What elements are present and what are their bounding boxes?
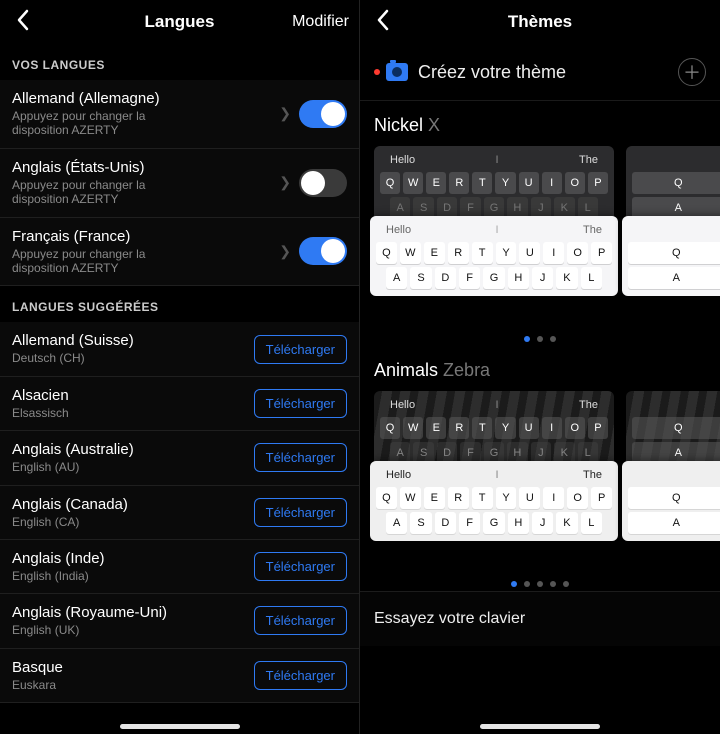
theme-variant: Zebra xyxy=(443,360,490,380)
keyboard-preview-dark: .QWAS xyxy=(626,391,720,471)
carousel-dot[interactable] xyxy=(537,581,543,587)
suggested-language-row: Anglais (Royaume-Uni) English (UK) Téléc… xyxy=(0,594,359,648)
language-title: Anglais (Royaume-Uni) xyxy=(12,604,254,621)
language-row[interactable]: Anglais (États-Unis) Appuyez pour change… xyxy=(0,149,359,218)
suggested-language-row: Basque Euskara Télécharger xyxy=(0,649,359,703)
keyboard-preview-dark: HelloITheQWERTYUIOPASDFGHJKL xyxy=(374,391,614,471)
chevron-right-icon: ❯ xyxy=(279,174,291,191)
keyboard-preview-light: .QWAS xyxy=(622,461,720,541)
create-theme-row[interactable]: Créez votre thème ＋ xyxy=(360,44,720,101)
language-subtitle: Appuyez pour changer la disposition AZER… xyxy=(12,178,182,207)
add-theme-button[interactable]: ＋ xyxy=(678,58,706,86)
back-button[interactable] xyxy=(10,7,35,37)
keyboard-preview-light: HelloITheQWERTYUIOPASDFGHJKL xyxy=(370,461,618,541)
chevron-right-icon: ❯ xyxy=(279,105,291,122)
language-title: Allemand (Allemagne) xyxy=(12,90,275,107)
suggested-language-row: Allemand (Suisse) Deutsch (CH) Télécharg… xyxy=(0,322,359,376)
language-subtitle: English (CA) xyxy=(12,515,182,529)
download-button[interactable]: Télécharger xyxy=(254,606,347,635)
edit-button[interactable]: Modifier xyxy=(292,13,349,31)
language-row[interactable]: Allemand (Allemagne) Appuyez pour change… xyxy=(0,80,359,149)
download-button[interactable]: Télécharger xyxy=(254,661,347,690)
language-toggle[interactable] xyxy=(299,169,347,197)
theme-preview[interactable]: .QWAS⇧Z .QWAS xyxy=(626,146,706,326)
language-subtitle: English (UK) xyxy=(12,623,182,637)
chevron-left-icon xyxy=(16,9,29,31)
suggested-language-row: Anglais (Inde) English (India) Télécharg… xyxy=(0,540,359,594)
try-keyboard-row[interactable]: Essayez votre clavier xyxy=(360,591,720,646)
home-indicator[interactable] xyxy=(120,724,240,729)
theme-name: Animals xyxy=(374,360,438,380)
download-button[interactable]: Télécharger xyxy=(254,498,347,527)
language-title: Anglais (Inde) xyxy=(12,550,254,567)
language-subtitle: Euskara xyxy=(12,678,182,692)
language-title: Allemand (Suisse) xyxy=(12,332,254,349)
suggested-languages-list: Allemand (Suisse) Deutsch (CH) Télécharg… xyxy=(0,322,359,703)
theme-name: Nickel xyxy=(374,115,423,135)
language-toggle[interactable] xyxy=(299,100,347,128)
theme-preview[interactable]: HelloITheQWERTYUIOPASDFGHJKL HelloITheQW… xyxy=(374,146,614,326)
language-title: Alsacien xyxy=(12,387,254,404)
suggested-language-row: Anglais (Canada) English (CA) Télécharge… xyxy=(0,486,359,540)
language-title: Anglais (Canada) xyxy=(12,496,254,513)
keyboard-preview-light: .QWAS xyxy=(622,216,720,296)
back-button[interactable] xyxy=(370,7,395,37)
theme-section-title: Animals Zebra xyxy=(360,346,720,391)
download-button[interactable]: Télécharger xyxy=(254,389,347,418)
camera-icon xyxy=(386,63,408,81)
language-subtitle: Elsassisch xyxy=(12,406,182,420)
theme-preview[interactable]: .QWAS .QWAS xyxy=(626,391,706,571)
language-row[interactable]: Français (France) Appuyez pour changer l… xyxy=(0,218,359,287)
carousel-dot[interactable] xyxy=(550,581,556,587)
language-subtitle: Appuyez pour changer la disposition AZER… xyxy=(12,247,182,276)
carousel-dot[interactable] xyxy=(537,336,543,342)
carousel-dot[interactable] xyxy=(563,581,569,587)
language-subtitle: English (AU) xyxy=(12,460,182,474)
carousel-dot[interactable] xyxy=(524,581,530,587)
theme-section-title: Nickel X xyxy=(360,101,720,146)
language-toggle[interactable] xyxy=(299,237,347,265)
download-button[interactable]: Télécharger xyxy=(254,443,347,472)
suggested-language-row: Anglais (Australie) English (AU) Télécha… xyxy=(0,431,359,485)
languages-topbar: Langues Modifier xyxy=(0,0,359,44)
language-title: Français (France) xyxy=(12,228,275,245)
your-languages-list: Allemand (Allemagne) Appuyez pour change… xyxy=(0,80,359,286)
themes-panel: Thèmes Créez votre thème ＋ Nickel X Hell… xyxy=(360,0,720,734)
theme-preview[interactable]: HelloITheQWERTYUIOPASDFGHJKL HelloITheQW… xyxy=(374,391,614,571)
carousel-dots xyxy=(360,326,720,346)
language-title: Anglais (Australie) xyxy=(12,441,254,458)
language-subtitle: Deutsch (CH) xyxy=(12,351,182,365)
create-theme-label: Créez votre thème xyxy=(418,62,678,83)
carousel-dot[interactable] xyxy=(550,336,556,342)
theme-carousel[interactable]: HelloITheQWERTYUIOPASDFGHJKL HelloITheQW… xyxy=(360,146,720,326)
carousel-dot[interactable] xyxy=(511,581,517,587)
themes-topbar: Thèmes xyxy=(360,0,720,44)
home-indicator[interactable] xyxy=(480,724,600,729)
chevron-left-icon xyxy=(376,9,389,31)
theme-variant: X xyxy=(428,115,440,135)
keyboard-preview-light: HelloITheQWERTYUIOPASDFGHJKL xyxy=(370,216,618,296)
language-title: Basque xyxy=(12,659,254,676)
language-subtitle: English (India) xyxy=(12,569,182,583)
carousel-dots xyxy=(360,571,720,591)
language-subtitle: Appuyez pour changer la disposition AZER… xyxy=(12,109,182,138)
suggested-language-row: Alsacien Elsassisch Télécharger xyxy=(0,377,359,431)
language-title: Anglais (États-Unis) xyxy=(12,159,275,176)
languages-panel: Langues Modifier VOS LANGUES Allemand (A… xyxy=(0,0,360,734)
download-button[interactable]: Télécharger xyxy=(254,552,347,581)
carousel-dot[interactable] xyxy=(524,336,530,342)
theme-carousel[interactable]: HelloITheQWERTYUIOPASDFGHJKL HelloITheQW… xyxy=(360,391,720,571)
chevron-right-icon: ❯ xyxy=(279,243,291,260)
your-languages-header: VOS LANGUES xyxy=(0,44,359,80)
page-title: Thèmes xyxy=(360,12,720,32)
suggested-languages-header: LANGUES SUGGÉRÉES xyxy=(0,286,359,322)
keyboard-preview-dark: HelloITheQWERTYUIOPASDFGHJKL xyxy=(374,146,614,226)
notification-dot-icon xyxy=(374,69,380,75)
download-button[interactable]: Télécharger xyxy=(254,335,347,364)
